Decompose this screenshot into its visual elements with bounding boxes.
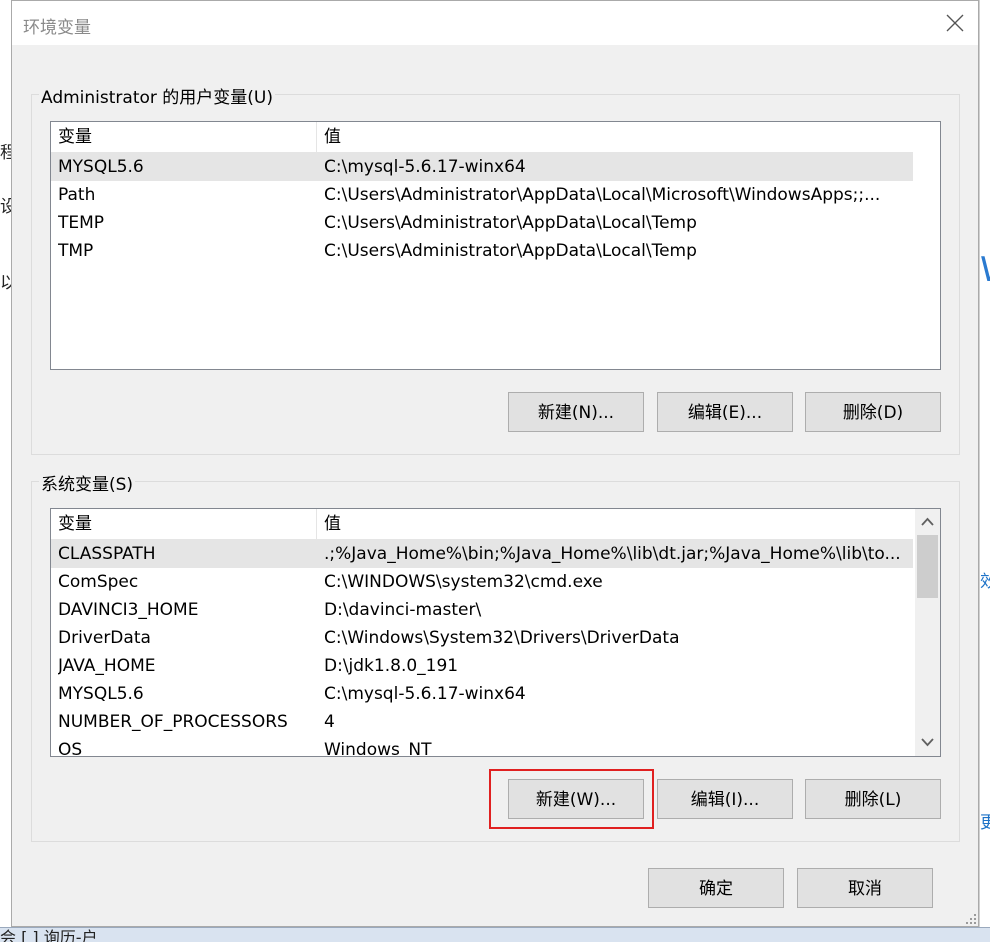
taskbar-text: 会 [ ] 询历-户 xyxy=(0,928,98,942)
background-text-fragment: 设 xyxy=(0,197,11,217)
user-delete-button[interactable]: 删除(D) xyxy=(805,392,941,432)
user-variables-list[interactable]: 变量 值 MYSQL5.6 C:\mysql-5.6.17-winx64 Pat… xyxy=(50,121,941,370)
variable-value: C:\Users\Administrator\AppData\Local\Tem… xyxy=(324,213,697,233)
variable-value: C:\Users\Administrator\AppData\Local\Mic… xyxy=(324,185,881,205)
title-bar: 环境变量 xyxy=(12,1,978,45)
table-row[interactable]: Path C:\Users\Administrator\AppData\Loca… xyxy=(51,181,913,209)
column-header-name[interactable]: 变量 xyxy=(51,509,317,539)
variable-name: TMP xyxy=(58,241,94,261)
variable-value: C:\WINDOWS\system32\cmd.exe xyxy=(324,572,603,592)
chevron-down-icon xyxy=(921,738,934,747)
background-text-fragment: W xyxy=(980,250,990,290)
variable-name: CLASSPATH xyxy=(58,544,156,564)
system-delete-button[interactable]: 删除(L) xyxy=(805,779,941,819)
table-row[interactable]: OS Windows_NT xyxy=(51,736,913,757)
resize-grip-icon[interactable] xyxy=(966,914,976,924)
user-new-button[interactable]: 新建(N)... xyxy=(508,392,644,432)
background-text-fragment: 效 xyxy=(980,572,990,592)
user-variables-label: Administrator 的用户变量(U) xyxy=(39,83,275,108)
table-row[interactable]: JAVA_HOME D:\jdk1.8.0_191 xyxy=(51,652,913,680)
chevron-up-icon xyxy=(921,517,934,526)
ok-button[interactable]: 确定 xyxy=(648,868,784,908)
table-row[interactable]: MYSQL5.6 C:\mysql-5.6.17-winx64 xyxy=(51,153,913,181)
background-text-fragment: 程 xyxy=(0,143,11,163)
environment-variables-dialog: 环境变量 Administrator 的用户变量(U) 变量 值 MYSQL5.… xyxy=(11,0,979,927)
variable-value: Windows_NT xyxy=(324,740,432,757)
background-window-right: W 效 更 xyxy=(979,0,990,941)
variable-value: 4 xyxy=(324,712,335,732)
variable-name: MYSQL5.6 xyxy=(58,684,144,704)
window-title: 环境变量 xyxy=(23,18,91,38)
scroll-thumb[interactable] xyxy=(917,535,938,598)
table-row[interactable]: CLASSPATH .;%Java_Home%\bin;%Java_Home%\… xyxy=(51,540,913,568)
list-header: 变量 值 xyxy=(51,509,913,540)
variable-name: DAVINCI3_HOME xyxy=(58,600,199,620)
variable-name: Path xyxy=(58,185,96,205)
column-header-name[interactable]: 变量 xyxy=(51,122,317,152)
table-row[interactable]: DAVINCI3_HOME D:\davinci-master\ xyxy=(51,596,913,624)
variable-value: C:\Users\Administrator\AppData\Local\Tem… xyxy=(324,241,697,261)
annotation-highlight-box xyxy=(489,769,654,829)
cancel-button[interactable]: 取消 xyxy=(797,868,933,908)
taskbar: 会 [ ] 询历-户 xyxy=(0,927,990,942)
variable-name: JAVA_HOME xyxy=(58,656,156,676)
background-text-fragment: 更 xyxy=(980,813,990,833)
variable-value: D:\davinci-master\ xyxy=(324,600,482,620)
system-edit-button[interactable]: 编辑(I)... xyxy=(657,779,793,819)
column-header-value[interactable]: 值 xyxy=(317,122,913,152)
scroll-down-button[interactable] xyxy=(915,730,940,756)
close-button[interactable] xyxy=(938,7,972,39)
table-row[interactable]: NUMBER_OF_PROCESSORS 4 xyxy=(51,708,913,736)
column-header-value[interactable]: 值 xyxy=(317,509,913,539)
variable-name: TEMP xyxy=(58,213,105,233)
vertical-scrollbar[interactable] xyxy=(915,509,940,756)
variable-value: .;%Java_Home%\bin;%Java_Home%\lib\dt.jar… xyxy=(324,544,901,564)
system-variables-list[interactable]: 变量 值 CLASSPATH .;%Java_Home%\bin;%Java_H… xyxy=(50,508,941,757)
list-header: 变量 值 xyxy=(51,122,913,153)
table-row[interactable]: TMP C:\Users\Administrator\AppData\Local… xyxy=(51,237,913,265)
user-edit-button[interactable]: 编辑(E)... xyxy=(657,392,793,432)
table-row[interactable]: MYSQL5.6 C:\mysql-5.6.17-winx64 xyxy=(51,680,913,708)
variable-value: D:\jdk1.8.0_191 xyxy=(324,656,459,676)
table-row[interactable]: TEMP C:\Users\Administrator\AppData\Loca… xyxy=(51,209,913,237)
variable-name: ComSpec xyxy=(58,572,139,592)
table-row[interactable]: DriverData C:\Windows\System32\Drivers\D… xyxy=(51,624,913,652)
variable-value: C:\Windows\System32\Drivers\DriverData xyxy=(324,628,680,648)
scroll-up-button[interactable] xyxy=(915,509,940,535)
variable-value: C:\mysql-5.6.17-winx64 xyxy=(324,157,526,177)
table-row[interactable]: ComSpec C:\WINDOWS\system32\cmd.exe xyxy=(51,568,913,596)
variable-name: NUMBER_OF_PROCESSORS xyxy=(58,712,288,732)
variable-name: OS xyxy=(58,740,83,757)
variable-value: C:\mysql-5.6.17-winx64 xyxy=(324,684,526,704)
background-text-fragment: 以 xyxy=(0,273,11,293)
variable-name: DriverData xyxy=(58,628,151,648)
variable-name: MYSQL5.6 xyxy=(58,157,144,177)
close-icon xyxy=(946,14,964,32)
system-variables-label: 系统变量(S) xyxy=(39,470,136,495)
